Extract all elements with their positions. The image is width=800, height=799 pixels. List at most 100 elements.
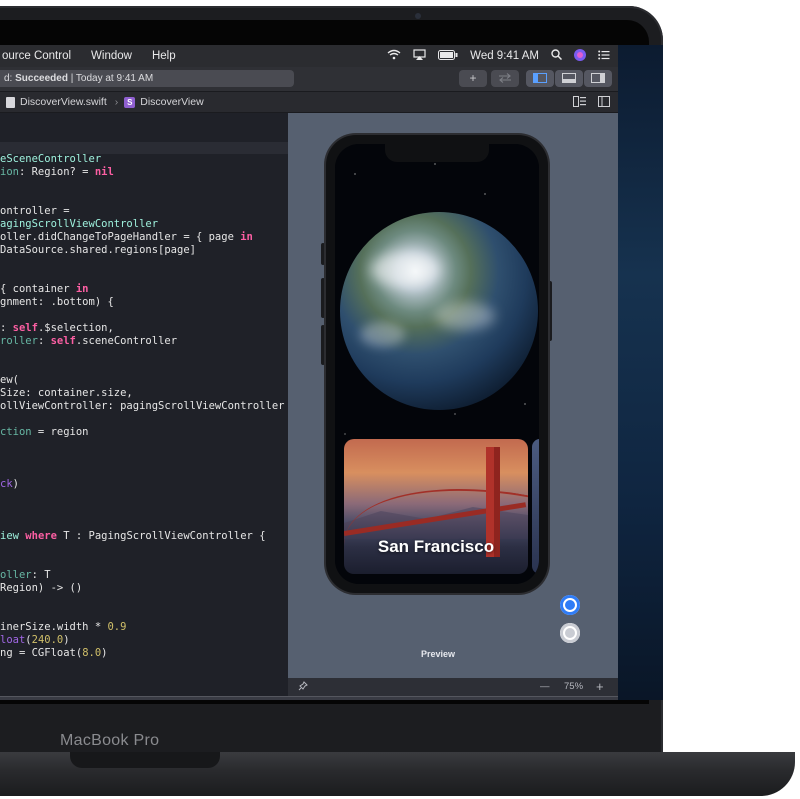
code-line[interactable]: gnment: .bottom) { [0,296,114,309]
code-line[interactable]: eSceneController [0,153,101,166]
code-line[interactable]: ontroller = [0,205,70,218]
toggle-inspector-button[interactable] [584,70,612,87]
code-line[interactable]: ng = CGFloat(8.0) [0,647,107,660]
code-line[interactable]: ew( [0,374,19,387]
code-line[interactable]: { container in [0,283,89,296]
preview-on-device-button[interactable] [560,623,580,643]
code-token: ) [63,634,70,646]
phone-frame: San Francisco [326,135,548,593]
code-token: { container [0,283,76,295]
notification-center-icon[interactable] [598,50,610,63]
code-token: ion [0,166,19,178]
menu-window[interactable]: Window [91,50,132,62]
code-token: T : PagingScrollViewController { [56,530,266,542]
code-line[interactable]: oller.didChangeToPageHandler = { page in [0,231,253,244]
toggle-debug-area-button[interactable] [555,70,583,87]
source-editor[interactable]: eSceneController ion: Region? = nil ontrol… [0,113,288,700]
region-card-next[interactable] [532,439,539,574]
screen: ource Control Window Help Wed 9:41 AM d:… [0,45,618,700]
code-token: : T [31,569,51,581]
phone-screen[interactable]: San Francisco [335,144,539,584]
breadcrumb-file[interactable]: DiscoverView.swift [6,96,107,108]
code-token: ) [101,647,108,659]
wifi-icon[interactable] [387,49,401,63]
code-line[interactable]: Region) -> () [0,582,82,595]
siri-icon[interactable] [574,48,586,64]
pin-icon[interactable] [298,681,308,694]
preview-label: Preview [420,649,456,659]
code-token: agingScrollViewController [0,218,159,230]
menu-bar: ource Control Window Help Wed 9:41 AM [0,45,618,67]
menu-source-control[interactable]: ource Control [2,50,71,62]
menu-clock[interactable]: Wed 9:41 AM [470,50,539,62]
code-line[interactable]: ction = region [0,426,89,439]
chevron-right-icon: › [114,96,119,108]
code-token: : [37,335,51,347]
code-token: ontroller = [0,205,70,217]
code-token: loat [0,634,26,646]
breadcrumb-symbol[interactable]: S DiscoverView [124,96,204,108]
region-card-san-francisco[interactable]: San Francisco [344,439,528,574]
code-token: roller [0,335,38,347]
airplay-icon[interactable] [413,49,426,63]
navigator-panel-icon [533,73,547,83]
arrows-swap-icon [499,73,511,83]
library-add-button[interactable]: + [459,70,487,87]
code-token: self [12,322,38,334]
menu-extras: Wed 9:41 AM [387,45,610,67]
code-line[interactable]: roller: self.sceneController [0,335,177,348]
dock: tv [0,696,618,700]
code-line[interactable]: DataSource.shared.regions[page] [0,244,196,257]
code-token: Size: container.size, [0,387,133,399]
editor-options-icon[interactable] [573,96,587,110]
code-token: eSceneController [0,153,102,165]
device-brand-label: MacBook Pro [60,732,160,749]
code-line[interactable]: ion: Region? = nil [0,166,114,179]
code-line[interactable]: ollViewController: pagingScrollViewContr… [0,400,284,413]
code-token: : [0,322,13,334]
code-token: ck [0,478,13,490]
build-status-time: | Today at 9:41 AM [67,73,154,84]
zoom-in-button[interactable]: + [596,679,604,694]
code-token: DataSource.shared.regions[page] [0,244,196,256]
breadcrumb-symbol-label: DiscoverView [140,96,204,108]
code-line[interactable]: ck) [0,478,19,491]
phone-notch [385,144,489,162]
phone-side-button [548,281,552,341]
code-token: nil [94,166,114,178]
spotlight-search-icon[interactable] [551,49,563,63]
code-token: ng = CGFloat( [0,647,83,659]
battery-icon[interactable] [438,49,458,63]
camera-icon [415,13,421,19]
cloud [370,252,440,287]
code-token: .sceneController [75,335,178,347]
phone-volume-up [321,278,325,318]
code-token: inerSize.width * [0,621,108,633]
code-line[interactable]: Size: container.size, [0,387,133,400]
preview-canvas[interactable]: San Francisco Preview [288,113,618,678]
code-line[interactable]: inerSize.width * 0.9 [0,621,126,634]
code-line[interactable]: iew where T : PagingScrollViewController… [0,530,266,543]
zoom-out-button[interactable]: — [540,681,550,692]
phone-volume-down [321,325,325,365]
menu-help[interactable]: Help [152,50,176,62]
code-line[interactable]: loat(240.0) [0,634,70,647]
code-token: gnment: .bottom) { [0,296,114,308]
code-line[interactable]: agingScrollViewController [0,218,158,231]
code-token: : Region? = [18,166,95,178]
code-token: where [25,530,57,542]
earth-globe-image[interactable] [340,212,538,410]
code-line[interactable]: oller: T [0,569,51,582]
code-line[interactable]: : self.$selection, [0,322,114,335]
code-review-button[interactable] [491,70,519,87]
code-token: = region [31,426,89,438]
toggle-navigator-button[interactable] [526,70,554,87]
live-preview-button[interactable] [560,595,580,615]
region-card-title: San Francisco [377,537,495,556]
code-token: .$selection, [37,322,114,334]
code-token: oller.didChangeToPageHandler = { page [0,231,241,243]
code-token: in [75,283,89,295]
split-editor-icon[interactable] [598,96,610,110]
build-status: d: Succeeded | Today at 9:41 AM [0,70,294,87]
zoom-level[interactable]: 75% [564,681,583,692]
